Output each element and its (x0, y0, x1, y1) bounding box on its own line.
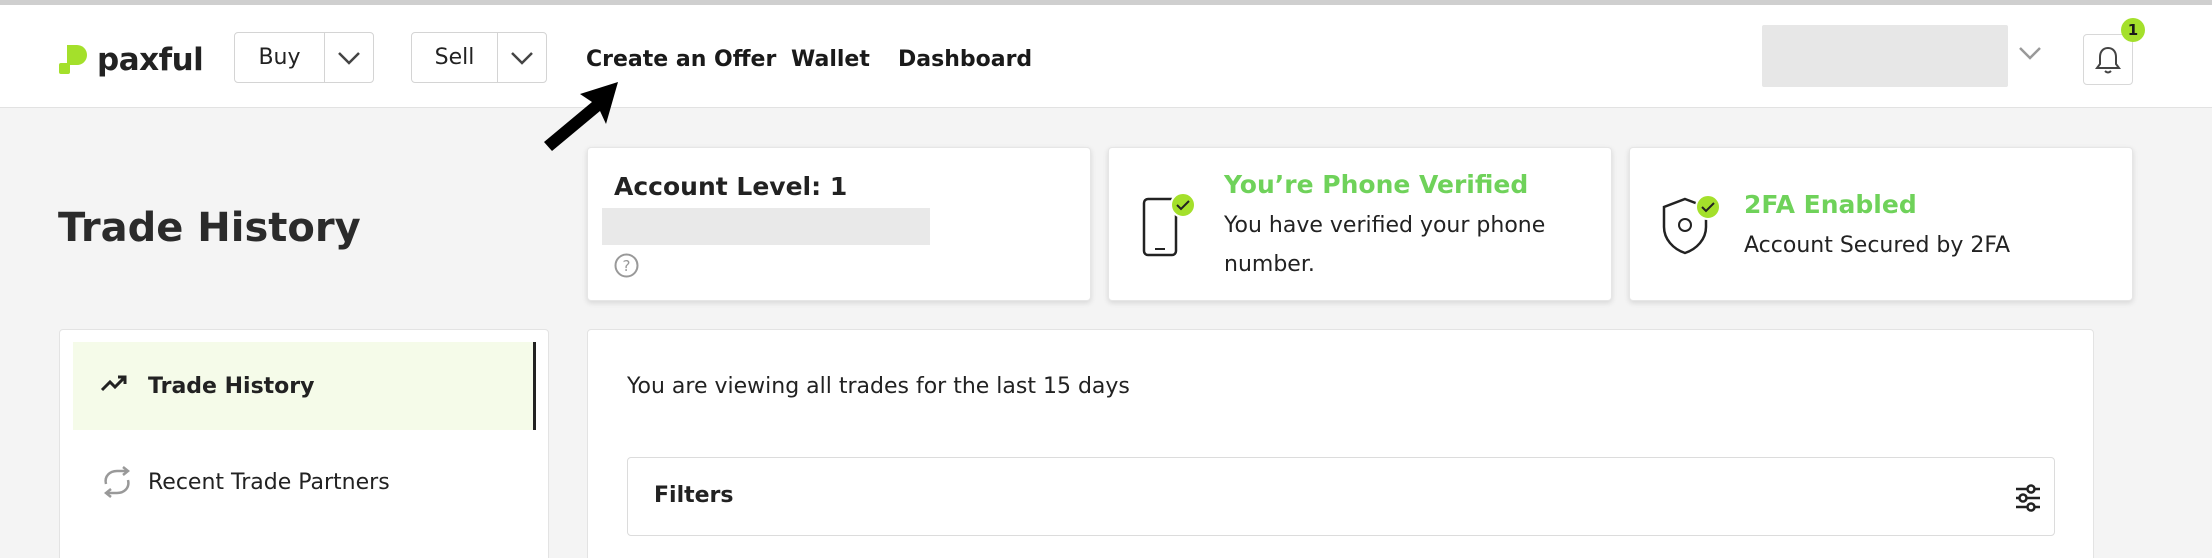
nav-create-offer[interactable]: Create an Offer (586, 47, 776, 72)
sidebar-item-trade-history[interactable]: Trade History (73, 342, 536, 430)
trending-up-icon (100, 375, 127, 392)
repeat-icon (103, 466, 131, 498)
notifications-button[interactable] (2083, 34, 2133, 85)
filters-label: Filters (654, 483, 734, 508)
sidebar-item-label: Trade History (148, 373, 315, 399)
nav-wallet[interactable]: Wallet (791, 47, 870, 72)
user-menu-toggle[interactable] (2018, 45, 2042, 64)
logo-text: paxful (97, 42, 204, 78)
phone-verified-text: You have verified your phone number. (1224, 213, 1546, 277)
account-level-progress (602, 208, 930, 245)
shield-check-icon (1662, 194, 1721, 255)
phone-verified-icon (1142, 192, 1196, 257)
help-icon[interactable]: ? (614, 253, 639, 282)
sidebar: Trade History Recent Trade Partners (59, 329, 549, 558)
twofa-card: 2FA Enabled Account Secured by 2FA (1629, 147, 2133, 301)
page-title: Trade History (58, 205, 361, 251)
trade-history-panel: You are viewing all trades for the last … (587, 329, 2094, 558)
user-menu[interactable] (1762, 25, 2008, 87)
twofa-text: Account Secured by 2FA (1744, 233, 2011, 258)
twofa-title: 2FA Enabled (1744, 190, 1917, 219)
buy-split-button: Buy (234, 32, 374, 83)
chevron-down-icon (338, 51, 360, 65)
filters-bar[interactable]: Filters (627, 457, 2055, 536)
sell-button[interactable]: Sell (412, 33, 498, 82)
bell-icon (2095, 46, 2121, 73)
svg-text:?: ? (623, 257, 631, 275)
notification-badge: 1 (2121, 18, 2145, 42)
question-circle-icon: ? (614, 253, 639, 278)
trades-info-text: You are viewing all trades for the last … (627, 374, 1130, 399)
paxful-logo-icon (59, 45, 87, 74)
sidebar-item-label: Recent Trade Partners (148, 469, 390, 495)
phone-verified-card: You’re Phone Verified You have verified … (1108, 147, 1612, 301)
sidebar-item-recent-trade-partners[interactable]: Recent Trade Partners (73, 438, 536, 526)
nav-dashboard[interactable]: Dashboard (898, 47, 1032, 72)
chevron-down-icon (511, 51, 533, 65)
pointer-arrow-icon (544, 82, 618, 151)
account-level-label: Account Level: 1 (614, 172, 848, 201)
paxful-logo[interactable]: paxful (57, 40, 204, 80)
buy-dropdown-toggle[interactable] (325, 33, 373, 82)
account-level-card: Account Level: 1 ? (587, 147, 1091, 301)
sell-dropdown-toggle[interactable] (498, 33, 546, 82)
buy-button[interactable]: Buy (235, 33, 325, 82)
sell-split-button: Sell (411, 32, 547, 83)
phone-verified-title: You’re Phone Verified (1224, 170, 1529, 199)
sliders-icon[interactable] (2014, 484, 2042, 512)
chevron-down-icon (2019, 47, 2041, 60)
top-navbar: paxful Buy Sell Create an Offer Wallet D… (0, 5, 2212, 108)
